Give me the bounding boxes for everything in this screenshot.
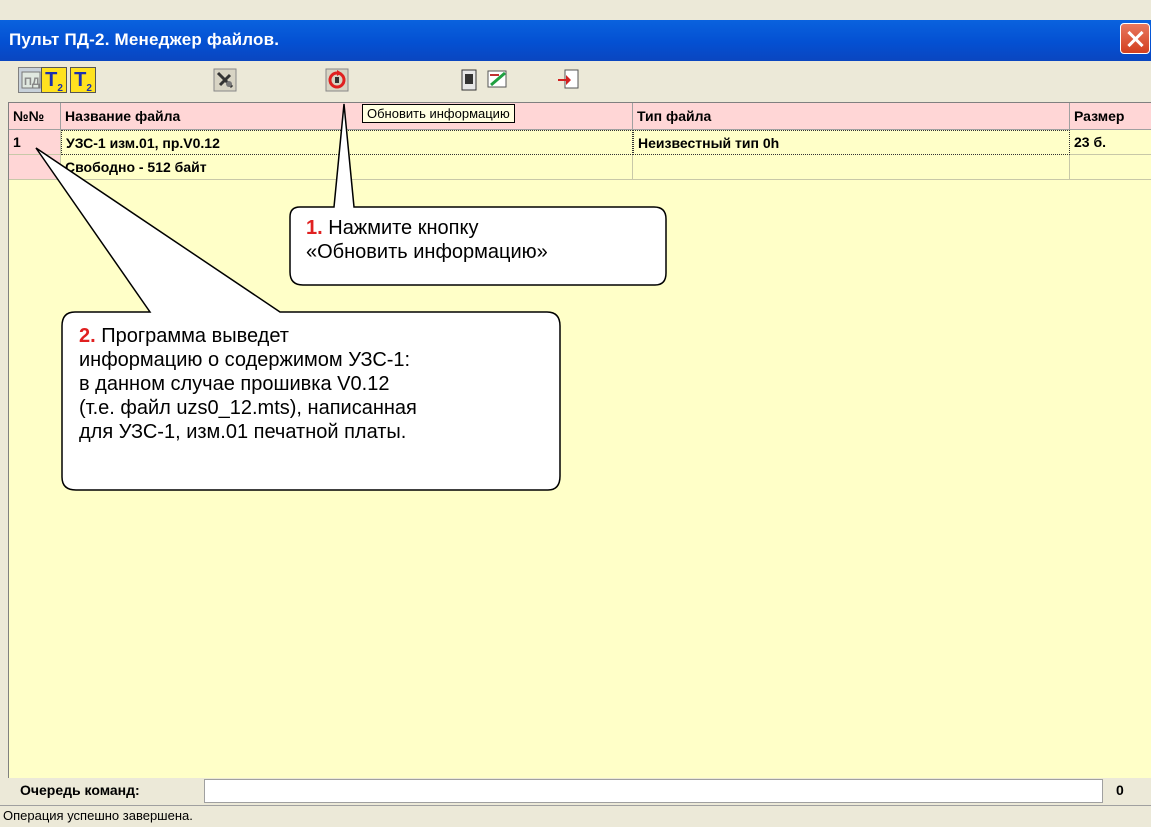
table-row-2-size[interactable]: [1070, 155, 1151, 180]
callout-2-text: 2. Программа выведет информацию о содерж…: [79, 324, 417, 444]
t2-sub: 2: [86, 83, 92, 94]
callout-1-text: 1. Нажмите кнопку «Обновить информацию»: [306, 216, 548, 264]
command-queue-count: 0: [1116, 782, 1124, 798]
table-row-2-name[interactable]: Свободно - 512 байт: [61, 155, 633, 180]
refresh-icon: [325, 68, 349, 92]
close-button[interactable]: [1120, 23, 1150, 54]
callout-2-line4: (т.е. файл uzs0_12.mts), написанная: [79, 397, 417, 419]
table-row-2-type[interactable]: [633, 155, 1070, 180]
table-row-1-name[interactable]: УЗС-1 изм.01, пр.V0.12: [61, 130, 633, 155]
t2-label: T: [45, 69, 58, 91]
t2-mode-button-2[interactable]: T2: [70, 67, 96, 94]
col-header-name[interactable]: Название файла: [61, 103, 633, 130]
table-row-1-num[interactable]: 1: [9, 130, 61, 155]
edit-button[interactable]: [485, 67, 511, 93]
command-queue-bar: Очередь команд: 0: [8, 778, 1151, 805]
callout-2-number: 2.: [79, 325, 96, 347]
callout-2-line1: Программа выведет: [95, 325, 289, 347]
status-bar: Операция успешно завершена.: [0, 805, 1151, 827]
callout-2-line3: в данном случае прошивка V0.12: [79, 373, 390, 395]
svg-text:ПД: ПД: [24, 76, 40, 88]
callout-1-line2: «Обновить информацию»: [306, 241, 548, 263]
command-queue-label: Очередь команд:: [20, 782, 140, 798]
callout-2-line5: для УЗС-1, изм.01 печатной платы.: [79, 421, 407, 443]
refresh-info-button[interactable]: [324, 67, 350, 93]
col-header-num[interactable]: №№: [9, 103, 61, 130]
window-title: Пульт ПД-2. Менеджер файлов.: [9, 30, 280, 49]
col-header-type[interactable]: Тип файла: [633, 103, 1070, 130]
command-queue-field: [204, 779, 1103, 803]
tools-button[interactable]: [212, 67, 238, 93]
t2-mode-button-1[interactable]: T2: [41, 67, 67, 94]
callout-2-line2: информацию о содержимом УЗС-1:: [79, 349, 411, 371]
device-icon: [461, 69, 477, 91]
device-button[interactable]: [456, 67, 482, 93]
title-bar: Пульт ПД-2. Менеджер файлов.: [0, 20, 1151, 61]
wrench-icon: [213, 68, 237, 92]
export-button[interactable]: [555, 67, 581, 93]
table-row-2-num[interactable]: [9, 155, 61, 180]
t2-sub: 2: [57, 83, 63, 94]
edit-icon: [487, 70, 507, 88]
callout-1-line1: Нажмите кнопку: [322, 217, 479, 239]
table-row-1-size[interactable]: 23 б.: [1070, 130, 1151, 155]
pd-icon: ПД: [21, 71, 41, 89]
tooltip: Обновить информацию: [362, 104, 515, 123]
callout-1-number: 1.: [306, 217, 323, 239]
toolbar: ПД T2 T2: [0, 61, 1151, 102]
export-icon: [558, 69, 579, 89]
table-row-1-type[interactable]: Неизвестный тип 0h: [633, 130, 1070, 155]
t2-label: T: [74, 69, 87, 91]
col-header-size[interactable]: Размер: [1070, 103, 1151, 130]
